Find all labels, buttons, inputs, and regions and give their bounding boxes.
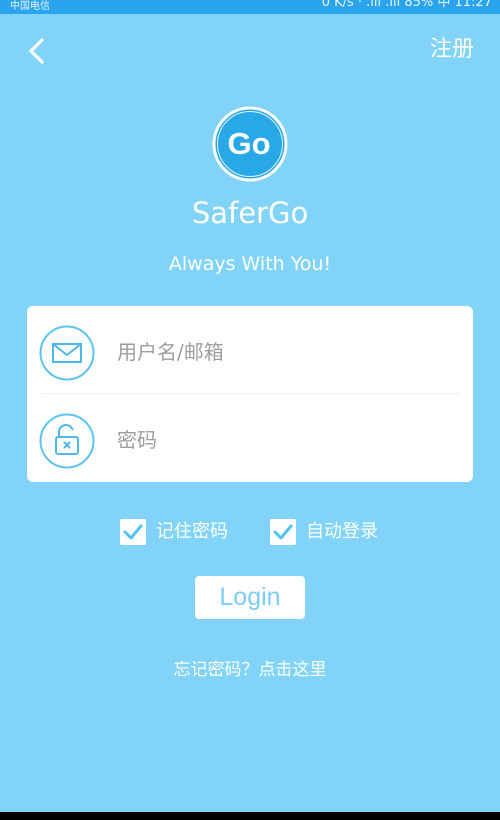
app-logo: Go [212, 106, 288, 182]
username-input[interactable] [117, 332, 447, 372]
checkmark-icon [273, 524, 293, 540]
logo-text: Go [227, 126, 270, 161]
register-link[interactable]: 注册 [430, 35, 474, 65]
password-row [27, 394, 473, 480]
remember-password-label: 记住密码 [156, 521, 228, 542]
remember-password-checkbox[interactable] [120, 519, 146, 545]
login-form [27, 306, 473, 482]
login-button[interactable]: Login [195, 576, 305, 619]
username-row [27, 306, 473, 392]
remember-password-option[interactable]: 记住密码 [120, 518, 228, 546]
carrier-label: 中国电信 [10, 1, 50, 12]
login-screen: 中国电信 0 K/s · .ıll .ıll 85% 中 11:27 注册 Go… [0, 0, 500, 812]
status-bar: 中国电信 0 K/s · .ıll .ıll 85% 中 11:27 [0, 0, 500, 14]
app-name: SaferGo [191, 196, 309, 230]
back-button[interactable] [22, 36, 52, 66]
password-input[interactable] [117, 420, 447, 460]
unlock-icon [39, 413, 95, 469]
auto-login-checkbox[interactable] [270, 519, 296, 545]
checkmark-icon [123, 524, 143, 540]
mail-icon [39, 325, 95, 381]
auto-login-label: 自动登录 [306, 521, 378, 542]
chevron-left-icon [29, 38, 44, 64]
forgot-password-link[interactable]: 忘记密码？点击这里 [0, 657, 500, 683]
status-indicators: 0 K/s · .ıll .ıll 85% 中 11:27 [321, 0, 492, 10]
auto-login-option[interactable]: 自动登录 [270, 518, 378, 546]
app-tagline: Always With You! [168, 253, 332, 275]
